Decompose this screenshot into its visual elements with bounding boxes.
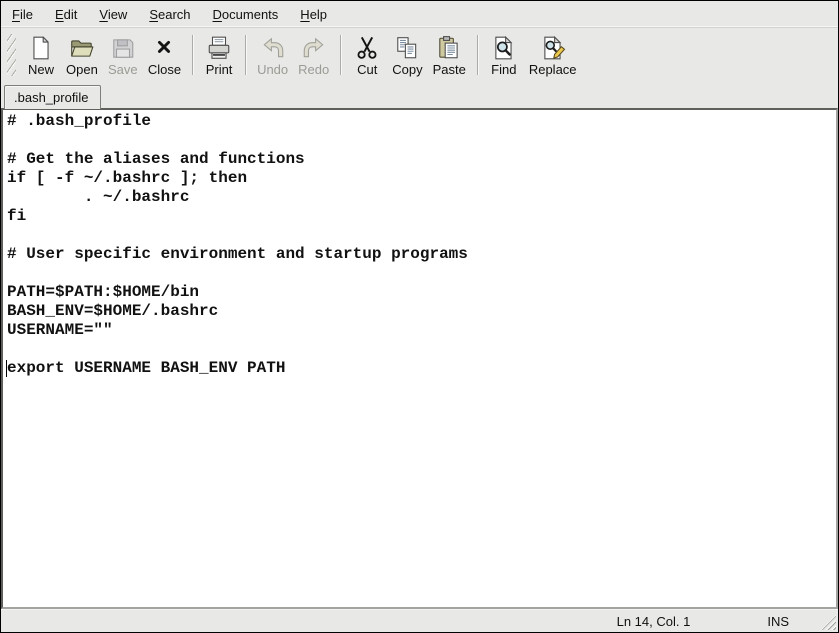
undo-arrow-icon xyxy=(260,34,286,61)
replace-button[interactable]: Replace xyxy=(524,32,582,78)
statusbar: Ln 14, Col. 1 INS xyxy=(1,609,838,632)
undo-button: Undo xyxy=(252,32,293,78)
redo-button: Redo xyxy=(293,32,334,78)
editor-line-text: PATH=$PATH:$HOME/bin xyxy=(7,283,199,301)
print-button[interactable]: Print xyxy=(199,32,239,78)
tab-bash-profile[interactable]: .bash_profile xyxy=(4,85,101,109)
find-button[interactable]: Find xyxy=(484,32,524,78)
copy-pages-icon xyxy=(394,34,420,61)
replace-magnifier-pencil-icon xyxy=(540,34,566,61)
paste-button[interactable]: Paste xyxy=(428,32,471,78)
editor-line: # Get the aliases and functions xyxy=(7,150,834,169)
editor-line-text: # Get the aliases and functions xyxy=(7,150,305,168)
scissors-icon xyxy=(354,34,380,61)
editor-line xyxy=(7,226,834,245)
toolbar-label: Open xyxy=(66,62,98,77)
editor-line: fi xyxy=(7,207,834,226)
resize-grip[interactable] xyxy=(821,615,836,630)
editor-window: File Edit View Search Documents Help New xyxy=(0,0,839,633)
toolbar-label: Copy xyxy=(392,62,422,77)
editor-line: # .bash_profile xyxy=(7,112,834,131)
toolbar-label: Replace xyxy=(529,62,577,77)
editor-line xyxy=(7,264,834,283)
text-editor-area[interactable]: # .bash_profile # Get the aliases and fu… xyxy=(1,108,838,609)
editor-line-text: BASH_ENV=$HOME/.bashrc xyxy=(7,302,218,320)
toolbar-label: Print xyxy=(206,62,233,77)
copy-button[interactable]: Copy xyxy=(387,32,427,78)
menu-file[interactable]: File xyxy=(1,3,44,26)
editor-line: if [ -f ~/.bashrc ]; then xyxy=(7,169,834,188)
open-button[interactable]: Open xyxy=(61,32,103,78)
toolbar-label: Paste xyxy=(433,62,466,77)
editor-line: BASH_ENV=$HOME/.bashrc xyxy=(7,302,834,321)
redo-arrow-icon xyxy=(301,34,327,61)
editor-line: . ~/.bashrc xyxy=(7,188,834,207)
clipboard-paste-icon xyxy=(436,34,462,61)
toolbar-separator xyxy=(245,35,246,75)
close-x-icon xyxy=(151,34,177,61)
save-floppy-icon xyxy=(110,34,136,61)
toolbar-label: Undo xyxy=(257,62,288,77)
editor-line-text: export USERNAME BASH_ENV PATH xyxy=(7,359,285,377)
close-button[interactable]: Close xyxy=(143,32,186,78)
editor-line-text: USERNAME="" xyxy=(7,321,113,339)
insert-mode-indicator: INS xyxy=(767,614,789,629)
open-folder-icon xyxy=(69,34,95,61)
editor-line-text: . ~/.bashrc xyxy=(7,188,189,206)
tab-strip: .bash_profile xyxy=(1,83,838,109)
find-magnifier-icon xyxy=(491,34,517,61)
printer-icon xyxy=(206,34,232,61)
editor-line xyxy=(7,131,834,150)
toolbar-label: Cut xyxy=(357,62,377,77)
toolbar-separator xyxy=(192,35,193,75)
toolbar-drag-handle[interactable] xyxy=(7,34,16,76)
toolbar-label: Close xyxy=(148,62,181,77)
toolbar-separator xyxy=(340,35,341,75)
editor-line-text: # .bash_profile xyxy=(7,112,151,130)
toolbar-label: Redo xyxy=(298,62,329,77)
cursor-position-indicator: Ln 14, Col. 1 xyxy=(617,614,691,629)
menu-help[interactable]: Help xyxy=(289,3,338,26)
editor-line: PATH=$PATH:$HOME/bin xyxy=(7,283,834,302)
editor-line-text: # User specific environment and startup … xyxy=(7,245,468,263)
menu-edit[interactable]: Edit xyxy=(44,3,88,26)
toolbar: New Open Save xyxy=(1,28,838,83)
menubar: File Edit View Search Documents Help xyxy=(1,1,838,28)
text-cursor xyxy=(6,360,7,377)
menu-documents[interactable]: Documents xyxy=(202,3,290,26)
new-button[interactable]: New xyxy=(21,32,61,78)
editor-line: USERNAME="" xyxy=(7,321,834,340)
editor-line xyxy=(7,340,834,359)
editor-line-text: fi xyxy=(7,207,26,225)
editor-line: # User specific environment and startup … xyxy=(7,245,834,264)
editor-line-text: if [ -f ~/.bashrc ]; then xyxy=(7,169,247,187)
new-document-icon xyxy=(28,34,54,61)
save-button: Save xyxy=(103,32,143,78)
toolbar-label: Save xyxy=(108,62,138,77)
editor-line: export USERNAME BASH_ENV PATH xyxy=(7,359,834,378)
menu-search[interactable]: Search xyxy=(138,3,201,26)
toolbar-separator xyxy=(477,35,478,75)
menu-view[interactable]: View xyxy=(88,3,138,26)
cut-button[interactable]: Cut xyxy=(347,32,387,78)
toolbar-label: New xyxy=(28,62,54,77)
toolbar-label: Find xyxy=(491,62,516,77)
